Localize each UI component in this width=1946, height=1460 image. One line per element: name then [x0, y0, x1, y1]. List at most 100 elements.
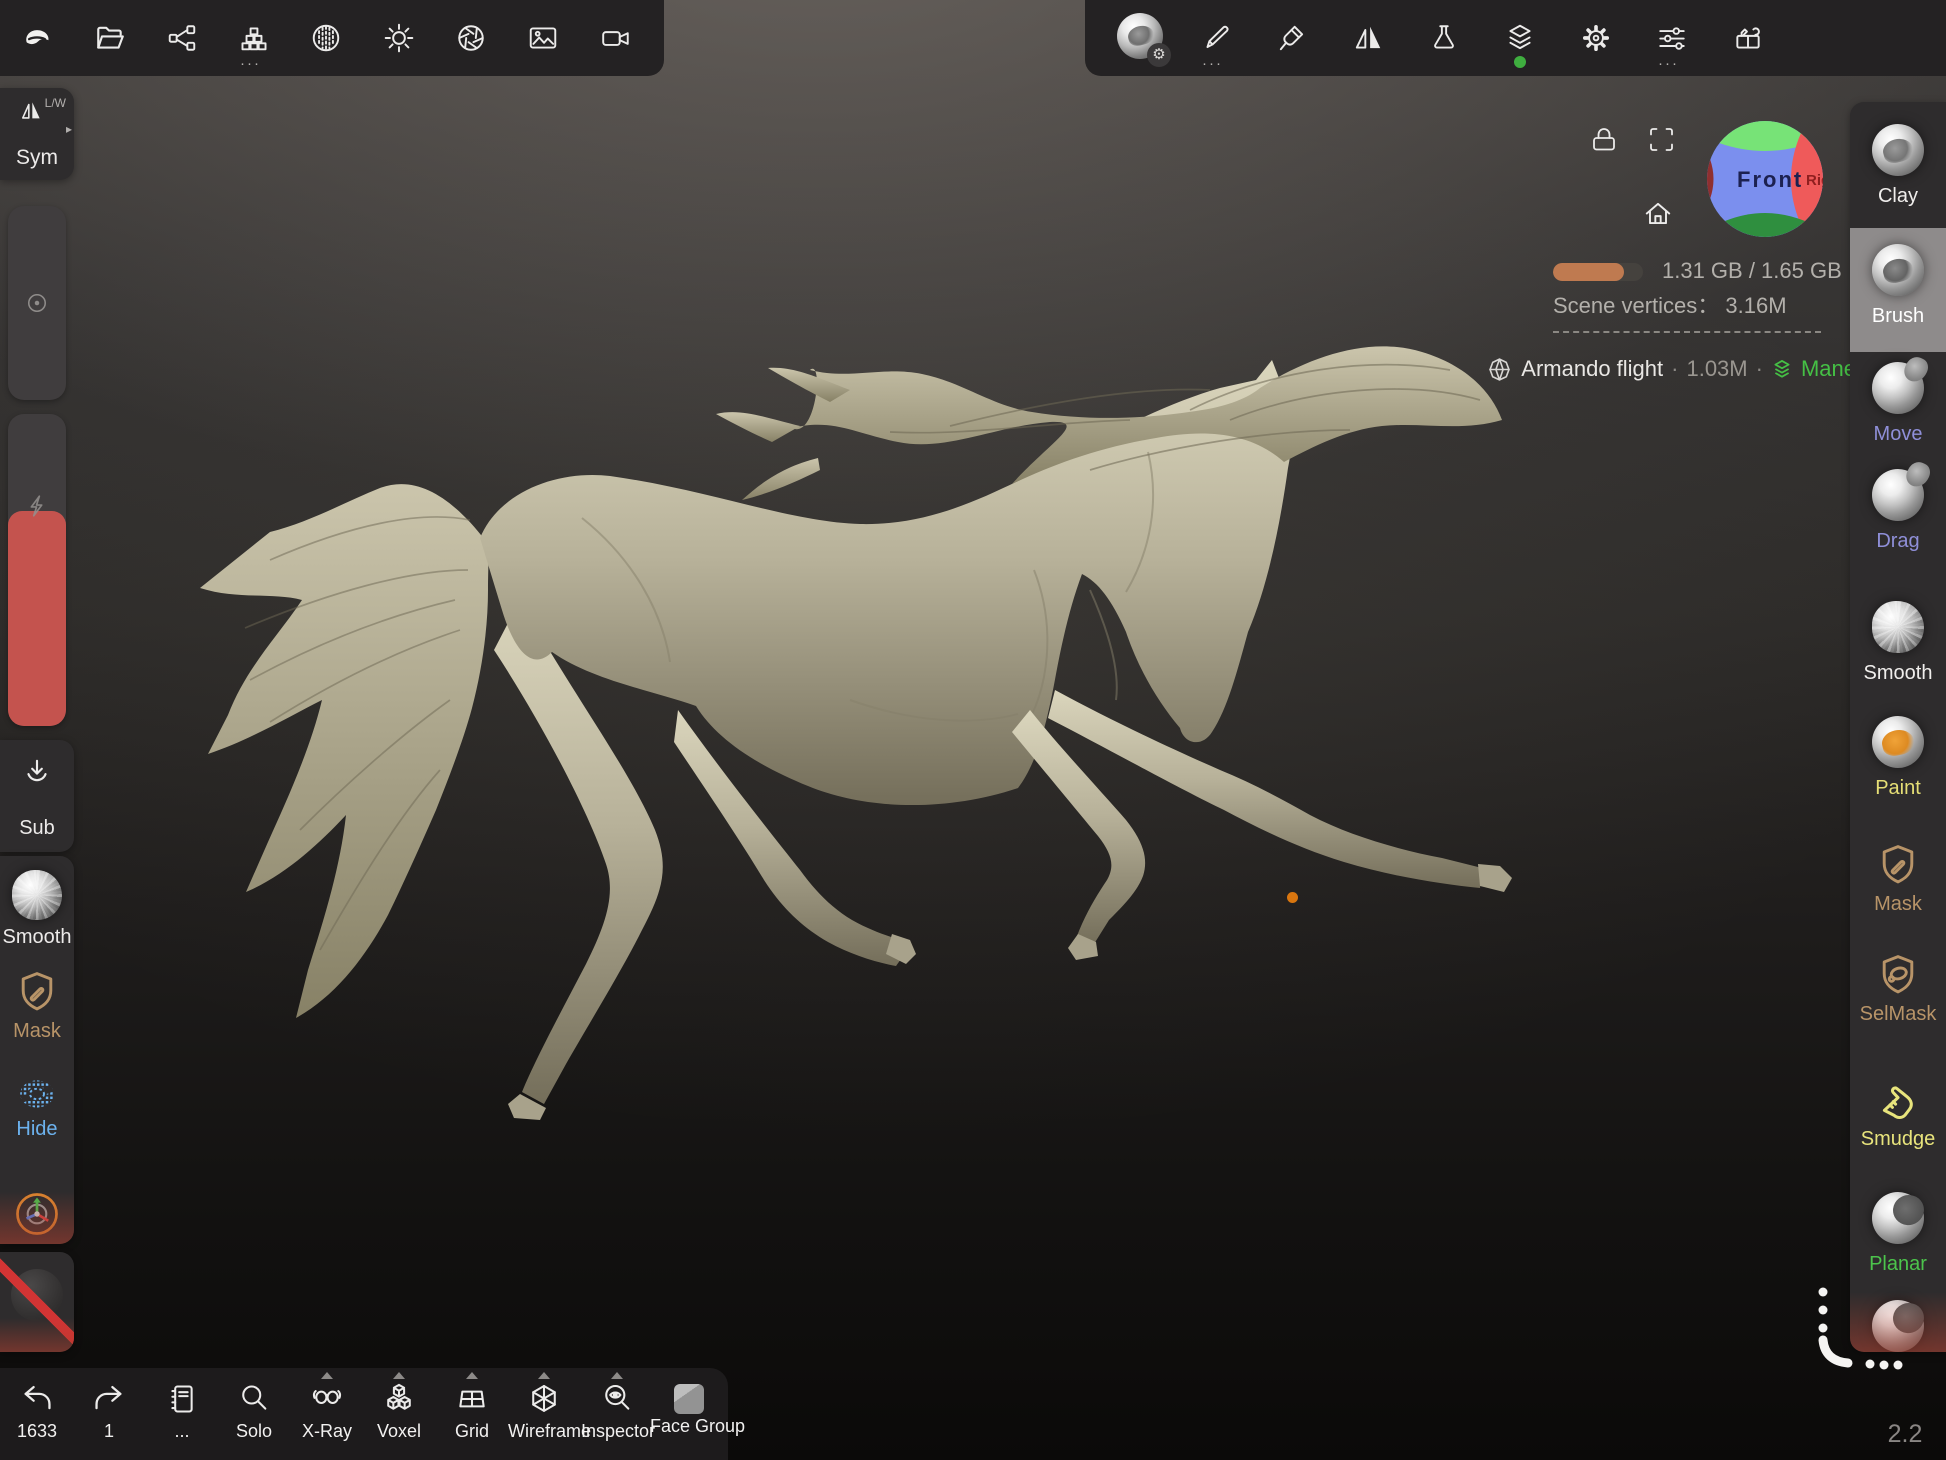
tool-selmask[interactable]: SelMask [1850, 951, 1946, 1026]
left-smooth-label: Smooth [0, 926, 74, 949]
symmetry-icon [18, 98, 44, 124]
files-folder-icon[interactable] [86, 14, 134, 62]
pencil-overflow-dots: ··· [1202, 60, 1223, 68]
undo-icon [20, 1382, 54, 1416]
layer-stack-overflow-dots: ··· [240, 60, 261, 68]
sliders-overflow-dots: ··· [1658, 60, 1679, 68]
matcap-sphere-icon[interactable] [302, 14, 350, 62]
intensity-slider[interactable] [8, 414, 66, 726]
fullscreen-button[interactable] [1640, 118, 1684, 162]
tool-brush-label: Brush [1850, 305, 1946, 328]
tool-smooth[interactable]: Smooth [1850, 601, 1946, 685]
sculpt-canvas-horse[interactable] [150, 270, 1550, 1220]
sub-button[interactable]: Sub [0, 740, 74, 852]
smooth-sphere-icon-right [1872, 601, 1924, 653]
layers-icon[interactable] [1496, 14, 1544, 62]
radius-slider[interactable] [8, 206, 66, 400]
redo-button[interactable]: 1 [73, 1382, 145, 1442]
voxel-popup-caret[interactable] [393, 1372, 405, 1379]
lock-icon [1589, 125, 1619, 155]
tool-move-label: Move [1850, 423, 1946, 446]
symmetry-mirror-icon[interactable] [1344, 14, 1392, 62]
paintbrush-tool-icon[interactable] [1268, 14, 1316, 62]
memory-usage-text: 1.31 GB / 1.65 GB [1662, 258, 1842, 284]
grid-toggle[interactable]: Grid [436, 1382, 508, 1442]
symmetry-expand-chevron[interactable]: ▸ [66, 122, 72, 136]
app-logo-icon[interactable] [13, 14, 61, 62]
material-gear-badge: ⚙ [1147, 43, 1171, 67]
tool-smudge-label: Smudge [1850, 1128, 1946, 1151]
navigation-gizmo-ball[interactable]: Rig Front [1706, 120, 1824, 238]
tool-smooth-label: Smooth [1850, 662, 1946, 685]
mesh-info-row[interactable]: Armando flight · 1.03M · Mane [1400, 352, 1856, 386]
paint-sphere-icon [1872, 716, 1924, 768]
solo-toggle[interactable]: Solo [218, 1382, 290, 1442]
xray-popup-caret[interactable] [321, 1372, 333, 1379]
info-separator [1553, 331, 1821, 333]
tool-mask[interactable]: Mask [1850, 841, 1946, 916]
inspector-popup-caret[interactable] [611, 1372, 623, 1379]
memory-bar [1553, 263, 1643, 281]
inspector-icon [600, 1382, 634, 1416]
home-icon [1642, 198, 1674, 230]
left-tool-mask[interactable]: Mask [0, 968, 74, 1043]
tool-planar[interactable]: Planar [1850, 1192, 1946, 1276]
journal-button[interactable]: ... [146, 1382, 218, 1442]
gizmo-icon [13, 1190, 61, 1238]
smudge-hand-icon [1874, 1076, 1922, 1124]
camera-video-icon[interactable] [592, 14, 640, 62]
left-tool-gizmo[interactable] [0, 1190, 74, 1238]
wireframe-toggle[interactable]: Wireframe [508, 1382, 580, 1442]
mesh-layer-name: Mane [1801, 356, 1856, 382]
workbench-tools-icon[interactable] [1724, 14, 1772, 62]
voxel-toggle[interactable]: Voxel [363, 1382, 435, 1442]
postprocess-aperture-icon[interactable] [447, 14, 495, 62]
tool-clay[interactable]: Clay [1850, 124, 1946, 208]
tool-move[interactable]: Move [1850, 362, 1946, 446]
experimental-flask-icon[interactable] [1420, 14, 1468, 62]
facegroup-toggle[interactable]: Face Group [650, 1382, 728, 1437]
nomad-sculpt-app: ··· ⚙ ··· [0, 0, 1946, 1460]
tool-paint-label: Paint [1850, 777, 1946, 800]
tool-smudge[interactable]: Smudge [1850, 1076, 1946, 1151]
left-tool-smooth[interactable]: Smooth [0, 870, 74, 949]
material-ball-icon[interactable]: ⚙ [1116, 12, 1164, 60]
inspector-toggle[interactable]: Inspector [581, 1382, 653, 1442]
left-hide-label: Hide [0, 1118, 74, 1141]
voxel-label: Voxel [363, 1421, 435, 1442]
symmetry-mode-label: L/W [45, 96, 66, 110]
tool-drag[interactable]: Drag [1850, 469, 1946, 553]
brush-sphere-icon [1872, 244, 1924, 296]
top-right-toolbar: ⚙ ··· ··· [1085, 0, 1946, 76]
journal-label: ... [146, 1421, 218, 1442]
symmetry-button[interactable]: L/W ▸ Sym [0, 88, 74, 180]
bottom-toolbar: 1633 1 ... Solo X-Ray Voxel Grid Wirefr [0, 1368, 728, 1460]
intensity-fill [8, 511, 66, 726]
grid-popup-caret[interactable] [466, 1372, 478, 1379]
scene-vertices-label: Scene vertices： [1553, 293, 1719, 318]
settings-gear-icon[interactable] [1572, 14, 1620, 62]
tool-paint[interactable]: Paint [1850, 716, 1946, 800]
lighting-sun-icon[interactable] [375, 14, 423, 62]
background-image-icon[interactable] [519, 14, 567, 62]
no-tool-button[interactable] [0, 1252, 74, 1352]
tool-selmask-label: SelMask [1850, 1003, 1946, 1026]
left-mask-label: Mask [0, 1020, 74, 1043]
no-tool-slash [0, 1252, 74, 1352]
tool-clay-label: Clay [1850, 185, 1946, 208]
lock-view-button[interactable] [1582, 118, 1626, 162]
left-tool-hide[interactable]: Hide [0, 1074, 74, 1141]
node-graph-icon[interactable] [158, 14, 206, 62]
tool-drag-label: Drag [1850, 530, 1946, 553]
app-version: 2.2 [1870, 1420, 1940, 1449]
wireframe-popup-caret[interactable] [538, 1372, 550, 1379]
scene-vertices-value: 3.16M [1725, 293, 1786, 318]
xray-toggle[interactable]: X-Ray [291, 1382, 363, 1442]
xray-glasses-icon [310, 1382, 344, 1416]
mesh-name: Armando flight [1521, 356, 1663, 382]
grid-icon [455, 1382, 489, 1416]
tool-brush[interactable]: Brush [1850, 244, 1946, 328]
undo-button[interactable]: 1633 [1, 1382, 73, 1442]
layers-active-badge [1514, 56, 1526, 68]
home-view-button[interactable] [1636, 192, 1680, 236]
